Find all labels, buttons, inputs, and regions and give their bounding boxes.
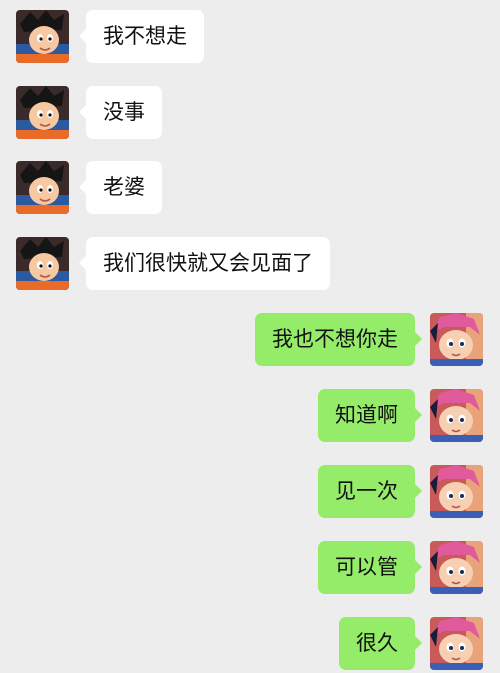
chat-message-sent: 知道啊: [0, 389, 500, 445]
chat-message-sent: 我也不想你走: [0, 313, 500, 369]
chat-message-list[interactable]: 我不想走 没事 老婆 我们很快就又会见面了 我也不想你走 知道啊 见一次 可以管…: [0, 0, 500, 670]
message-bubble[interactable]: 老婆: [79, 161, 162, 214]
chat-message-received: 我不想走: [0, 10, 500, 66]
chat-message-sent: 可以管: [0, 541, 500, 597]
message-bubble[interactable]: 知道啊: [318, 389, 422, 442]
cartoon-boy-avatar-icon[interactable]: [16, 86, 69, 139]
message-bubble[interactable]: 没事: [79, 86, 162, 139]
message-bubble[interactable]: 很久: [339, 617, 422, 670]
cartoon-girl-avatar-icon[interactable]: [430, 389, 483, 442]
message-bubble[interactable]: 见一次: [318, 465, 422, 518]
cartoon-girl-avatar-icon[interactable]: [430, 313, 483, 366]
cartoon-girl-avatar-icon[interactable]: [430, 617, 483, 670]
message-bubble[interactable]: 我也不想你走: [255, 313, 422, 366]
chat-message-sent: 见一次: [0, 465, 500, 521]
cartoon-boy-avatar-icon[interactable]: [16, 237, 69, 290]
chat-message-sent: 很久: [0, 617, 500, 673]
cartoon-boy-avatar-icon[interactable]: [16, 161, 69, 214]
cartoon-boy-avatar-icon[interactable]: [16, 10, 69, 63]
chat-message-received: 没事: [0, 86, 500, 142]
message-bubble[interactable]: 我不想走: [79, 10, 204, 63]
chat-message-received: 老婆: [0, 161, 500, 217]
chat-message-received: 我们很快就又会见面了: [0, 237, 500, 293]
message-bubble[interactable]: 我们很快就又会见面了: [79, 237, 330, 290]
cartoon-girl-avatar-icon[interactable]: [430, 465, 483, 518]
cartoon-girl-avatar-icon[interactable]: [430, 541, 483, 594]
message-bubble[interactable]: 可以管: [318, 541, 422, 594]
